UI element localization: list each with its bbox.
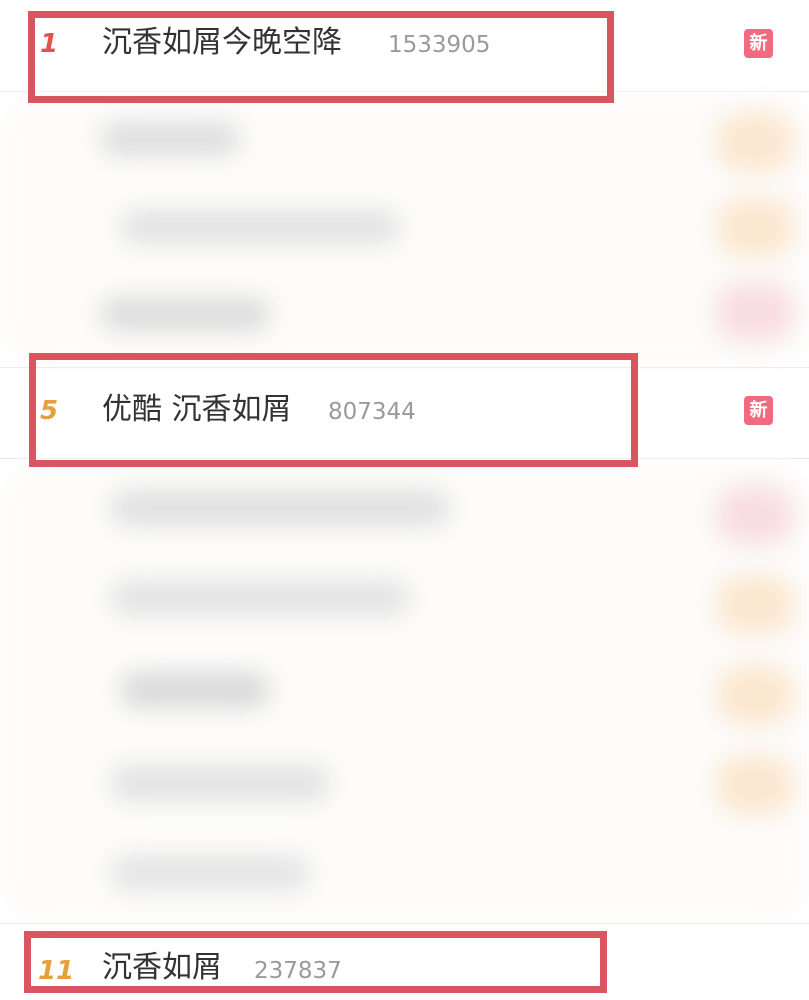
list-item[interactable]: 5 优酷 沉香如屑 807344 新 — [0, 367, 809, 459]
new-badge: 新 — [744, 29, 773, 58]
hot-search-list: 1 沉香如屑今晚空降 1533905 新 5 优酷 沉香如屑 807344 新 — [0, 0, 809, 1000]
redacted-rows — [0, 460, 809, 925]
rank-number: 11 — [38, 956, 75, 986]
heat-count: 237837 — [254, 958, 342, 984]
list-item[interactable]: 11 沉香如屑 237837 — [0, 923, 809, 1000]
rank-number: 1 — [40, 29, 59, 59]
item-title: 沉香如屑今晚空降 — [102, 25, 342, 60]
heat-count: 807344 — [328, 399, 416, 425]
new-badge: 新 — [744, 396, 773, 425]
heat-count: 1533905 — [388, 32, 491, 58]
rank-number: 5 — [40, 396, 59, 426]
redacted-rows — [0, 92, 809, 367]
item-title: 优酷 沉香如屑 — [102, 392, 292, 427]
list-item[interactable]: 1 沉香如屑今晚空降 1533905 新 — [0, 0, 809, 92]
item-title: 沉香如屑 — [102, 950, 222, 985]
